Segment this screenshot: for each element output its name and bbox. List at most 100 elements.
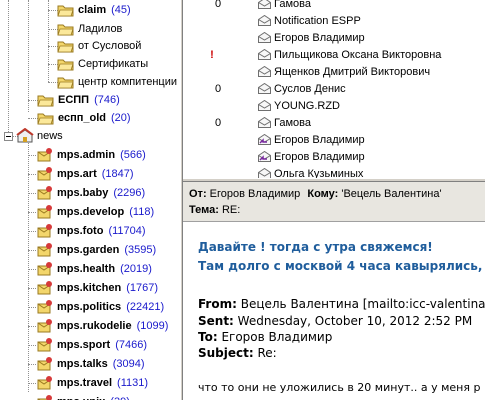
tree-line <box>28 383 36 384</box>
newsgroup-icon <box>36 280 54 296</box>
message-row[interactable]: 0 Суслов Денис <box>183 80 485 97</box>
newsgroup-icon <box>36 166 54 182</box>
newsgroup-icon <box>36 375 54 391</box>
tree-line <box>28 288 36 289</box>
message-row[interactable]: Ященков Дмитрий Викторович <box>183 63 485 80</box>
newsgroup-item[interactable]: mps.kitchen (1767) <box>36 278 158 298</box>
folder-item[interactable]: ЕСПП (746) <box>37 90 120 110</box>
newsgroup-icon <box>36 299 54 315</box>
folder-item[interactable]: Сертификаты <box>57 54 148 74</box>
message-row[interactable]: ! Пильщикова Оксана Викторовна <box>183 46 485 63</box>
newsgroup-label: mps.admin <box>57 149 116 161</box>
folder-icon <box>57 74 75 90</box>
tree-line <box>48 0 49 82</box>
newsgroup-item[interactable]: mps.rukodelie (1099) <box>36 316 168 336</box>
attachment-indicator: 0 <box>214 0 222 10</box>
newsgroup-item[interactable]: mps.politics (22421) <box>36 297 164 317</box>
tree-line <box>28 231 36 232</box>
tree-line <box>28 193 36 194</box>
newsgroup-icon <box>36 318 54 334</box>
newsgroup-label: mps.art <box>57 168 97 180</box>
folder-icon <box>57 38 75 54</box>
original-subject-line: Subject: Re: <box>198 346 277 360</box>
message-row[interactable]: 0 Гамова <box>183 0 485 12</box>
newsgroup-icon <box>36 261 54 277</box>
newsgroup-icon <box>36 394 54 400</box>
message-sender: YOUNG.RZD <box>274 99 340 112</box>
tree-line <box>28 174 36 175</box>
message-row[interactable]: 0 Гамова <box>183 114 485 131</box>
newsgroup-item[interactable]: mps.foto (11704) <box>36 221 146 241</box>
preview-pane[interactable]: Давайте ! тогда с утра свяжемся! Там дол… <box>183 223 485 400</box>
tree-line <box>28 269 36 270</box>
newsgroup-label: mps.rukodelie <box>57 320 132 332</box>
message-row[interactable]: Ольга Кузьминых <box>183 165 485 178</box>
newsgroup-item[interactable]: mps.travel (1131) <box>36 373 148 393</box>
message-row[interactable]: Notification ESPP <box>183 12 485 29</box>
folder-label: Ладилов <box>78 23 123 35</box>
folder-label: центр компитенции <box>78 76 177 88</box>
original-sent-value: Wednesday, October 10, 2012 2:52 PM <box>233 314 473 328</box>
folder-item[interactable]: еспп_old (20) <box>37 108 131 128</box>
unread-count: (7466) <box>115 339 147 351</box>
folder-item[interactable]: центр компитенции <box>57 72 177 92</box>
newsgroup-item[interactable]: mps.art (1847) <box>36 164 134 184</box>
newsgroup-icon <box>36 337 54 353</box>
unread-count: (11704) <box>108 225 146 237</box>
folder-icon <box>37 92 55 108</box>
message-sender: Егоров Владимир <box>274 31 365 44</box>
newsgroup-item[interactable]: mps.garden (3595) <box>36 240 156 260</box>
message-text-line: Там долго с москвой 4 часа кавырялись, н… <box>198 259 485 273</box>
folder-icon <box>57 56 75 72</box>
newsgroup-item[interactable]: mps.health (2019) <box>36 259 152 279</box>
envelope-read-icon <box>258 0 271 9</box>
folder-icon <box>57 21 75 37</box>
newsgroup-item[interactable]: mps.talks (3094) <box>36 354 145 374</box>
tree-line <box>28 364 36 365</box>
news-server-item[interactable]: news <box>16 126 63 146</box>
unread-count: (746) <box>94 94 120 106</box>
folder-label: claim <box>78 4 107 16</box>
message-row[interactable]: YOUNG.RZD <box>183 97 485 114</box>
from-line: От: Егоров Владимир Кому: 'Вецель Валент… <box>189 188 442 200</box>
newsgroup-item[interactable]: mps.develop (118) <box>36 202 154 222</box>
newsgroup-icon <box>36 223 54 239</box>
tree-line <box>28 307 36 308</box>
envelope-read-icon <box>258 83 271 94</box>
collapse-toggle[interactable] <box>4 132 13 141</box>
unread-count: (2296) <box>113 187 146 199</box>
unread-count: (45) <box>111 4 131 16</box>
envelope-read-icon <box>258 32 271 43</box>
unread-count: (3595) <box>124 244 157 256</box>
newsgroup-item[interactable]: mps.unix (39) <box>36 392 130 400</box>
original-subject-value: Re: <box>253 346 277 360</box>
newsgroup-item[interactable]: mps.admin (566) <box>36 145 146 165</box>
message-row[interactable]: Егоров Владимир <box>183 131 485 148</box>
message-row[interactable]: Егоров Владимир <box>183 29 485 46</box>
message-list[interactable]: 0 Гамова Notification ESPP Егоров Владимир!… <box>183 0 485 178</box>
attachment-indicator: 0 <box>214 82 222 95</box>
message-row[interactable]: Егоров Владимир <box>183 148 485 165</box>
unread-count: (566) <box>120 149 146 161</box>
newsgroup-label: mps.unix <box>57 396 105 400</box>
folder-item[interactable]: claim (45) <box>57 0 131 20</box>
folder-item[interactable]: от Сусловой <box>57 36 141 56</box>
folder-icon <box>37 110 55 126</box>
newsgroup-label: mps.foto <box>57 225 104 237</box>
newsgroup-label: mps.sport <box>57 339 111 351</box>
newsgroup-item[interactable]: mps.baby (2296) <box>36 183 145 203</box>
original-to-value: Егоров Владимир <box>217 330 333 344</box>
to-label: Кому: <box>307 188 339 200</box>
message-sender: Гамова <box>274 116 311 129</box>
folder-tree[interactable]: claim (45) Ладилов от Сусловой Сертифика… <box>0 0 180 400</box>
newsgroup-label: mps.travel <box>57 377 113 389</box>
newsgroup-icon <box>36 204 54 220</box>
message-sender: Ященков Дмитрий Викторович <box>274 65 431 78</box>
tree-line <box>8 0 9 140</box>
envelope-replied-icon <box>258 134 271 145</box>
unread-count: (118) <box>129 206 155 218</box>
to-value[interactable]: 'Вецель Валентина' <box>341 188 441 200</box>
from-value[interactable]: Егоров Владимир <box>210 188 301 200</box>
newsgroup-item[interactable]: mps.sport (7466) <box>36 335 147 355</box>
envelope-read-icon <box>258 66 271 77</box>
